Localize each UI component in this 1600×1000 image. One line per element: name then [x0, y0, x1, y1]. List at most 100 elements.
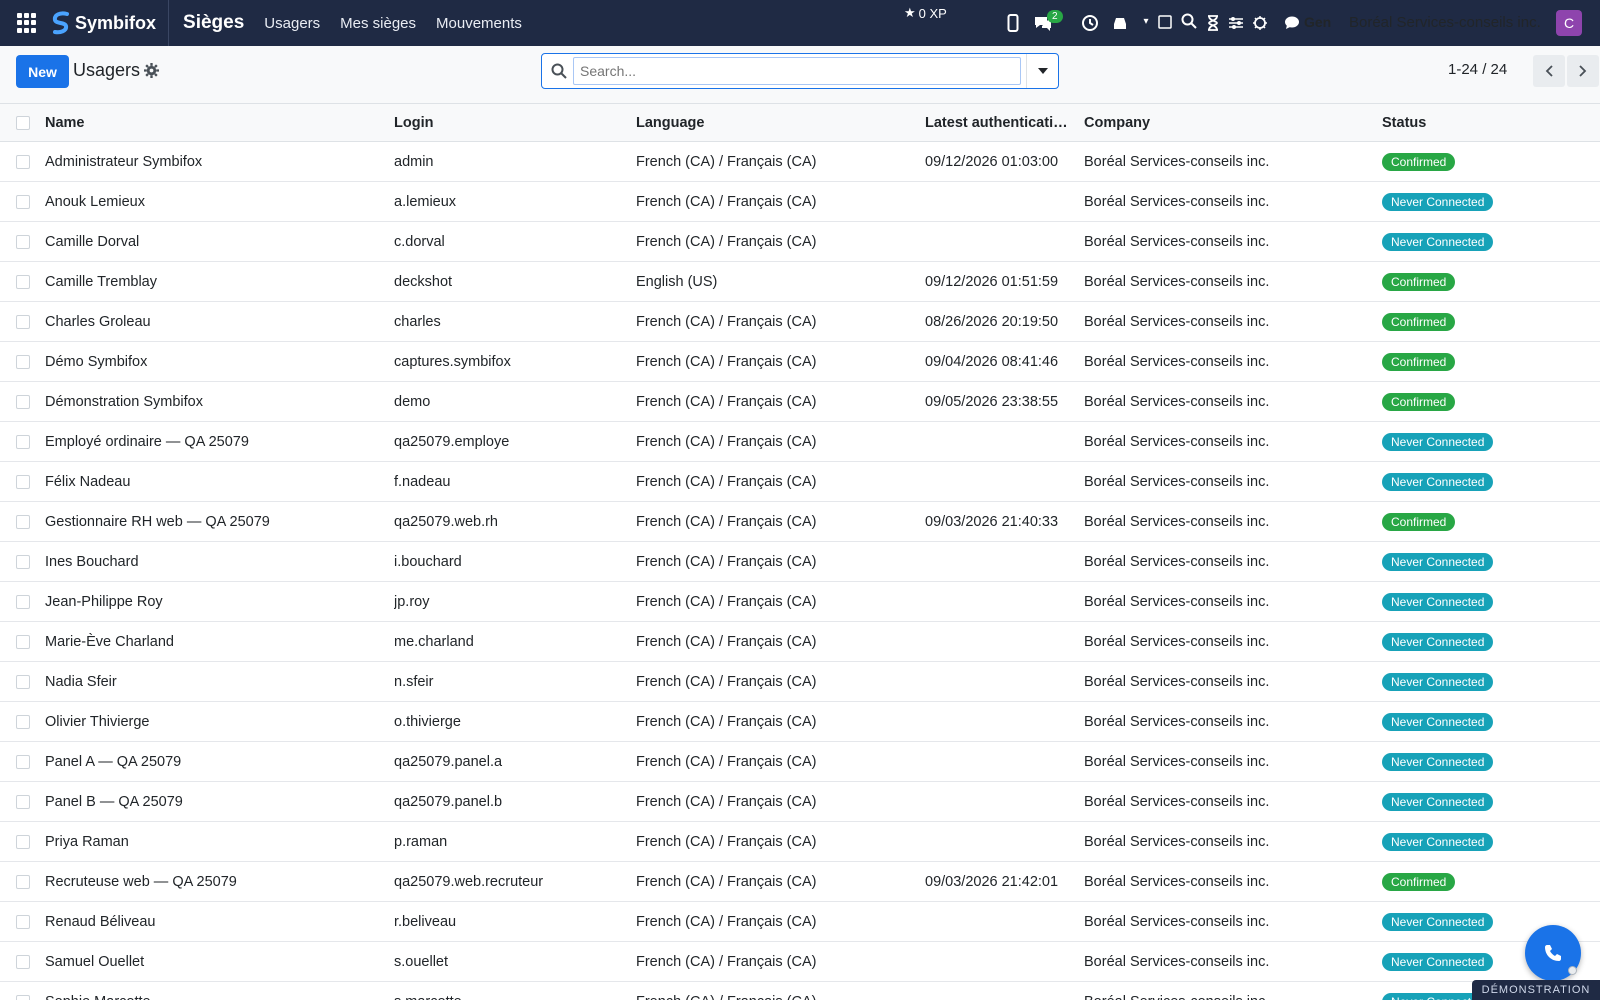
cell-latest-authentication [925, 542, 1075, 581]
row-checkbox[interactable] [16, 394, 30, 409]
bug-icon[interactable] [1250, 13, 1270, 33]
row-checkbox[interactable] [16, 514, 30, 529]
clock-icon[interactable] [1080, 13, 1100, 33]
status-badge: Confirmed [1382, 152, 1456, 171]
table-row[interactable]: Ines Bouchard i.bouchard French (CA) / Fra… [0, 542, 1600, 582]
row-checkbox[interactable] [16, 274, 30, 289]
row-checkbox[interactable] [16, 234, 30, 249]
row-checkbox[interactable] [16, 554, 30, 569]
cell-name: Démo Symbifox [45, 353, 148, 370]
cell-login: i.bouchard [394, 553, 462, 570]
row-checkbox[interactable] [16, 674, 30, 689]
table-row[interactable]: Panel B — QA 25079 qa25079.panel.b French … [0, 782, 1600, 822]
xp-value: 0 XP [918, 5, 947, 21]
table-row[interactable]: Olivier Thivierge o.thivierge French (CA) … [0, 702, 1600, 742]
column-header-login[interactable]: Login [394, 104, 624, 141]
cell-company: Boréal Services-conseils inc. [1084, 193, 1270, 210]
search-input[interactable] [573, 57, 1021, 85]
table-row[interactable]: Nadia Sfeir n.sfeir French (CA) / Français… [0, 662, 1600, 702]
speech-bubble-icon[interactable] [1282, 13, 1302, 33]
cell-login: n.sfeir [394, 673, 434, 690]
nav-link-mouvements[interactable]: Mouvements [436, 15, 522, 32]
brand-name: Symbifox [75, 12, 157, 33]
row-checkbox[interactable] [16, 954, 30, 969]
table-row[interactable]: Recruteuse web — QA 25079 qa25079.web.rec… [0, 862, 1600, 902]
new-button[interactable]: New [16, 55, 69, 88]
column-header-status[interactable]: Status [1382, 104, 1582, 141]
table-row[interactable]: Camille Dorval c.dorval French (CA) / Fran… [0, 222, 1600, 262]
cell-login: captures.symbifox [394, 353, 511, 370]
cell-login: demo [394, 393, 431, 410]
cell-latest-authentication [925, 742, 1075, 781]
select-all-checkbox[interactable] [16, 115, 30, 130]
table-row[interactable]: Anouk Lemieux a.lemieux French (CA) / Fran… [0, 182, 1600, 222]
row-checkbox[interactable] [16, 634, 30, 649]
cell-language: French (CA) / Français (CA) [636, 353, 817, 370]
cell-status: Never Connected [1382, 582, 1582, 621]
search-options-toggle[interactable] [1026, 54, 1058, 88]
apps-grid-icon[interactable] [17, 13, 37, 33]
row-checkbox[interactable] [16, 714, 30, 729]
row-checkbox[interactable] [16, 314, 30, 329]
gear-icon[interactable] [144, 63, 159, 78]
row-checkbox[interactable] [16, 914, 30, 929]
brand[interactable]: Symbifox [51, 0, 170, 46]
inbox-icon[interactable] [1110, 13, 1130, 33]
row-checkbox[interactable] [16, 834, 30, 849]
mobile-icon[interactable] [1003, 13, 1023, 33]
table-row[interactable]: Démonstration Symbifox demo French (CA) / … [0, 382, 1600, 422]
search-icon[interactable] [1179, 11, 1199, 31]
nav-link-mes-sieges[interactable]: Mes sièges [340, 15, 416, 32]
avatar[interactable]: C [1556, 10, 1582, 36]
row-checkbox[interactable] [16, 434, 30, 449]
row-checkbox[interactable] [16, 794, 30, 809]
cell-latest-authentication [925, 702, 1075, 741]
sliders-icon[interactable] [1226, 13, 1246, 33]
table-row[interactable]: Samuel Ouellet s.ouellet French (CA) / Fra… [0, 942, 1600, 982]
table-row[interactable]: Administrateur Symbifox admin French (CA) … [0, 142, 1600, 182]
table-row[interactable]: Panel A — QA 25079 qa25079.panel.a French … [0, 742, 1600, 782]
table-row[interactable]: Employé ordinaire — QA 25079 qa25079.empl… [0, 422, 1600, 462]
app-title[interactable]: Sièges [183, 12, 244, 34]
caret-down-icon[interactable]: ▾ [1136, 11, 1156, 31]
cell-login: qa25079.panel.a [394, 753, 503, 770]
cell-latest-authentication: 09/03/2026 21:40:33 [925, 513, 1059, 530]
column-header-language[interactable]: Language [636, 104, 916, 141]
control-panel: New Usagers 1-24 / 24 [0, 46, 1600, 104]
xp-indicator[interactable]: ★ 0 XP [904, 5, 947, 21]
row-checkbox[interactable] [16, 354, 30, 369]
pager-next-button[interactable] [1567, 55, 1599, 87]
avatar-initial: C [1563, 15, 1575, 31]
table-row[interactable]: Priya Raman p.raman French (CA) / Français… [0, 822, 1600, 862]
table-row[interactable]: Marie-Ève Charland me.charland French (CA)… [0, 622, 1600, 662]
row-checkbox[interactable] [16, 994, 30, 1000]
square-icon[interactable] [1155, 12, 1175, 32]
cell-status: Never Connected [1382, 742, 1582, 781]
column-header-latest-authentication[interactable]: Latest authenticati… [925, 104, 1075, 141]
hourglass-icon[interactable] [1203, 13, 1223, 33]
pager-previous-button[interactable] [1533, 55, 1565, 87]
gen-button[interactable]: Gen [1304, 14, 1331, 30]
column-header-company[interactable]: Company [1084, 104, 1374, 141]
cell-latest-authentication: 09/05/2026 23:38:55 [925, 393, 1059, 410]
row-checkbox[interactable] [16, 874, 30, 889]
table-row[interactable]: Gestionnaire RH web — QA 25079 qa25079.we… [0, 502, 1600, 542]
row-checkbox[interactable] [16, 194, 30, 209]
cell-name: Nadia Sfeir [45, 673, 117, 690]
table-row[interactable]: Démo Symbifox captures.symbifox French (CA… [0, 342, 1600, 382]
row-checkbox[interactable] [16, 594, 30, 609]
status-badge: Never Connected [1382, 792, 1494, 811]
table-row[interactable]: Sophie Marcotte s.marcotte French (CA) / F… [0, 982, 1600, 1000]
table-row[interactable]: Renaud Béliveau r.beliveau French (CA) / F… [0, 902, 1600, 942]
column-header-name[interactable]: Name [45, 104, 385, 141]
company-switcher[interactable]: Boréal Services-conseils inc. [1349, 14, 1541, 31]
table-row[interactable]: Charles Groleau charles French (CA) / Fran… [0, 302, 1600, 342]
nav-link-usagers[interactable]: Usagers [264, 15, 320, 32]
table-row[interactable]: Jean-Philippe Roy jp.roy French (CA) / Fra… [0, 582, 1600, 622]
row-checkbox[interactable] [16, 754, 30, 769]
row-checkbox[interactable] [16, 474, 30, 489]
row-checkbox[interactable] [16, 154, 30, 169]
table-row[interactable]: Camille Tremblay deckshot English (US) 09/1… [0, 262, 1600, 302]
pager-value[interactable]: 1-24 / 24 [1448, 61, 1507, 78]
table-row[interactable]: Félix Nadeau f.nadeau French (CA) / França… [0, 462, 1600, 502]
